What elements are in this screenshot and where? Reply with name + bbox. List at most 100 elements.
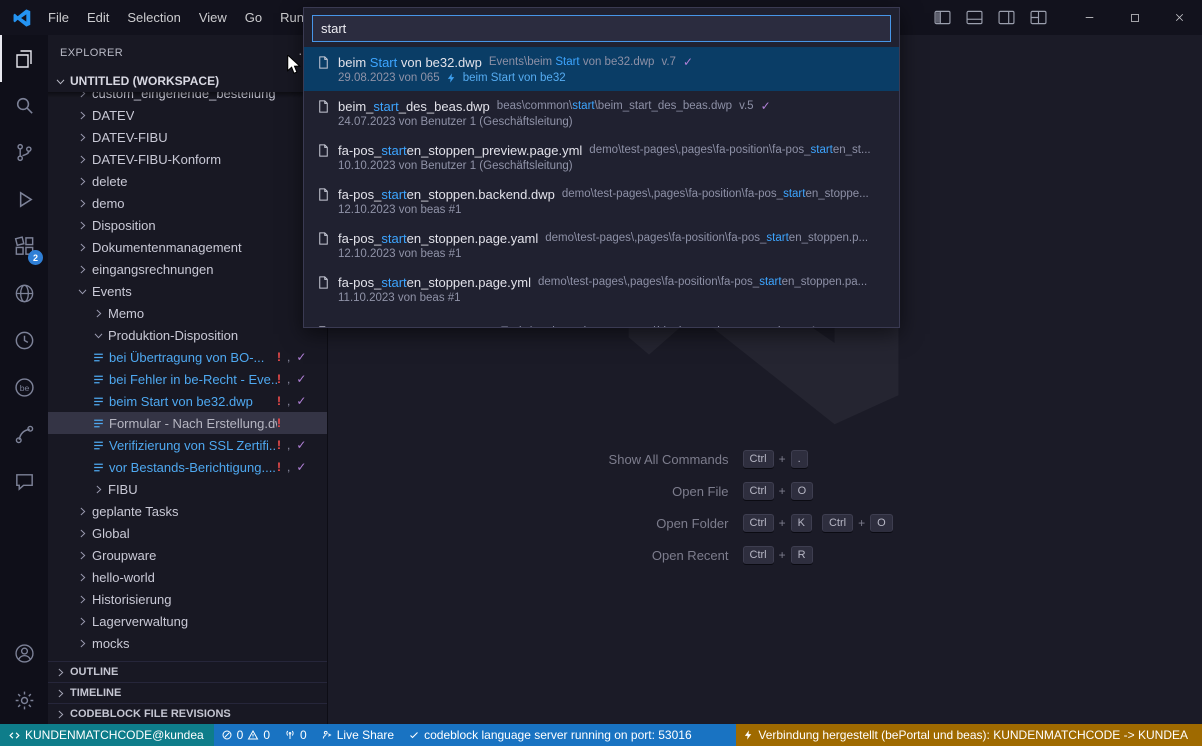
activitybar-source-control[interactable] [0, 129, 48, 176]
tree-file-bei-fehler-in-be-recht-eve[interactable]: bei Fehler in be-Recht - Eve...!,✓ [48, 368, 327, 390]
menu-go[interactable]: Go [236, 0, 271, 35]
tree-folder-eingangsrechnungen[interactable]: eingangsrechnungen [48, 258, 327, 280]
dwp-file-icon [90, 351, 107, 364]
quickopen-result[interactable]: fa-pos_starten_stoppen.page.ymldemo\test… [304, 267, 899, 311]
tree-folder-disposition[interactable]: Disposition [48, 214, 327, 236]
close-button[interactable] [1157, 0, 1202, 35]
error-count: 0 [237, 728, 244, 742]
menu-edit[interactable]: Edit [78, 0, 118, 35]
maximize-button[interactable] [1112, 0, 1157, 35]
tree-folder-dokumentenmanagement[interactable]: Dokumentenmanagement [48, 236, 327, 258]
activitybar-search[interactable] [0, 82, 48, 129]
dwp-file-icon [90, 373, 107, 386]
tree-file-bei-bertragung-von-bo[interactable]: bei Übertragung von BO-...!,✓ [48, 346, 327, 368]
menu-bar: FileEditSelectionViewGoRun [39, 0, 313, 35]
quickopen-result[interactable]: ide_integration_starter.dwpTasks\package… [304, 311, 899, 327]
tree-folder-hello-world[interactable]: hello-world [48, 566, 327, 588]
activitybar-run-and-debug[interactable] [0, 176, 48, 223]
panel-title: TIMELINE [70, 687, 121, 699]
tree-folder-datev[interactable]: DATEV [48, 104, 327, 126]
sep-badge: , [287, 372, 290, 386]
ports-count: 0 [300, 728, 307, 742]
tree-folder-historisierung[interactable]: Historisierung [48, 588, 327, 610]
quickopen-result[interactable]: fa-pos_starten_stoppen_preview.page.ymld… [304, 135, 899, 179]
file-icon [316, 231, 331, 246]
text-segment: en_st... [833, 144, 871, 156]
quickopen-result[interactable]: fa-pos_starten_stoppen.page.yamldemo\tes… [304, 223, 899, 267]
quickopen-input-wrap [304, 8, 899, 47]
result-path: demo\test-pages\,pages\fa-position\fa-po… [589, 144, 870, 156]
quickopen-result[interactable]: fa-pos_starten_stoppen.backend.dwpdemo\t… [304, 179, 899, 223]
quickopen-result[interactable]: beim Start von be32.dwpEvents\beim Start… [304, 47, 899, 91]
activitybar-extensions[interactable]: 2 [0, 223, 48, 270]
match-highlight: start [381, 231, 406, 246]
tree-folder-produktion-disposition[interactable]: Produktion-Disposition [48, 324, 327, 346]
panel-right-icon[interactable] [993, 6, 1019, 30]
tree-folder-demo[interactable]: demo [48, 192, 327, 214]
tree-item-label: Lagerverwaltung [92, 614, 188, 629]
shortcut-label: Open Folder [597, 515, 729, 532]
tree-folder-global[interactable]: Global [48, 522, 327, 544]
activitybar-comments[interactable] [0, 458, 48, 505]
activitybar-settings[interactable] [0, 677, 48, 724]
watermark-shortcuts: Show All CommandsCtrl+.Open FileCtrl+OOp… [327, 450, 1202, 564]
tree-file-verifizierung-von-ssl-zertifi[interactable]: Verifizierung von SSL Zertifi...!,✓ [48, 434, 327, 456]
sep-badge: , [287, 460, 290, 474]
keycap: R [791, 546, 813, 564]
panel-left-icon[interactable] [929, 6, 955, 30]
tree-item-label: Formular - Nach Erstellung.dwp [109, 416, 277, 431]
result-version: v.1 [802, 326, 817, 327]
tree-folder-groupware[interactable]: Groupware [48, 544, 327, 566]
tree-folder-lagerverwaltung[interactable]: Lagerverwaltung [48, 610, 327, 632]
activitybar-history[interactable] [0, 317, 48, 364]
ports-indicator[interactable]: 0 [277, 724, 314, 746]
quickopen-input[interactable] [312, 15, 891, 42]
tree-item-label: mocks [92, 636, 130, 651]
tree-file-beim-start-von-be32-dwp[interactable]: beim Start von be32.dwp!,✓ [48, 390, 327, 412]
tree-folder-delete[interactable]: delete [48, 170, 327, 192]
activitybar-explorer[interactable] [0, 35, 48, 82]
result-date: 12.10.2023 von beas #1 [338, 204, 461, 216]
customize-layout-icon[interactable] [1025, 6, 1051, 30]
result-meta: 12.10.2023 von beas #1 [316, 204, 889, 216]
chevron-right-icon [74, 615, 90, 628]
tree-file-formular-nach-erstellung-dwp[interactable]: Formular - Nach Erstellung.dwp! [48, 412, 327, 434]
tree-folder-datev-fibu[interactable]: DATEV-FIBU [48, 126, 327, 148]
file-icon [316, 275, 331, 290]
result-line1: fa-pos_starten_stoppen.backend.dwpdemo\t… [316, 187, 889, 202]
tree-item-label: vor Bestands-Berichtigung.... [109, 460, 276, 475]
shortcut-keys: Ctrl+KCtrl+O [743, 514, 933, 532]
minimize-button[interactable] [1067, 0, 1112, 35]
tree-folder-events[interactable]: Events [48, 280, 327, 302]
tree-file-vor-bestands-berichtigung[interactable]: vor Bestands-Berichtigung....!,✓ [48, 456, 327, 478]
tree-folder-custom-eingehende-bestellung[interactable]: custom_eingehende_bestellung [48, 92, 327, 104]
result-meta: 11.10.2023 von beas #1 [316, 292, 889, 304]
quickopen-result[interactable]: beim_start_des_beas.dwpbeas\common\start… [304, 91, 899, 135]
tree-folder-datev-fibu-konform[interactable]: DATEV-FIBU-Konform [48, 148, 327, 170]
language-server-status[interactable]: codeblock language server running on por… [401, 724, 699, 746]
panel-codeblock-file-revisions[interactable]: CODEBLOCK FILE REVISIONS [48, 703, 327, 724]
error-badge: ! [277, 372, 281, 386]
menu-file[interactable]: File [39, 0, 78, 35]
connection-status[interactable]: Verbindung hergestellt (bePortal und bea… [736, 724, 1202, 746]
tree-folder-fibu[interactable]: FIBU [48, 478, 327, 500]
tree-folder-mocks[interactable]: mocks [48, 632, 327, 654]
workspace-root[interactable]: UNTITLED (WORKSPACE) [48, 70, 327, 92]
problems-indicator[interactable]: 0 0 [214, 724, 277, 746]
live-share-button[interactable]: Live Share [314, 724, 401, 746]
activitybar-beas[interactable]: be [0, 364, 48, 411]
tree-folder-geplante-tasks[interactable]: geplante Tasks [48, 500, 327, 522]
activitybar-account[interactable] [0, 630, 48, 677]
activitybar-share[interactable] [0, 411, 48, 458]
tree-item-label: eingangsrechnungen [92, 262, 213, 277]
activitybar-globe[interactable] [0, 270, 48, 317]
menu-view[interactable]: View [190, 0, 236, 35]
panel-outline[interactable]: OUTLINE [48, 661, 327, 682]
panel-bottom-icon[interactable] [961, 6, 987, 30]
menu-selection[interactable]: Selection [118, 0, 189, 35]
keycap: Ctrl [743, 546, 774, 564]
tree-folder-memo[interactable]: Memo [48, 302, 327, 324]
remote-indicator[interactable]: KUNDENMATCHCODE@kundea [0, 724, 214, 746]
panel-timeline[interactable]: TIMELINE [48, 682, 327, 703]
keycap: Ctrl [822, 514, 853, 532]
